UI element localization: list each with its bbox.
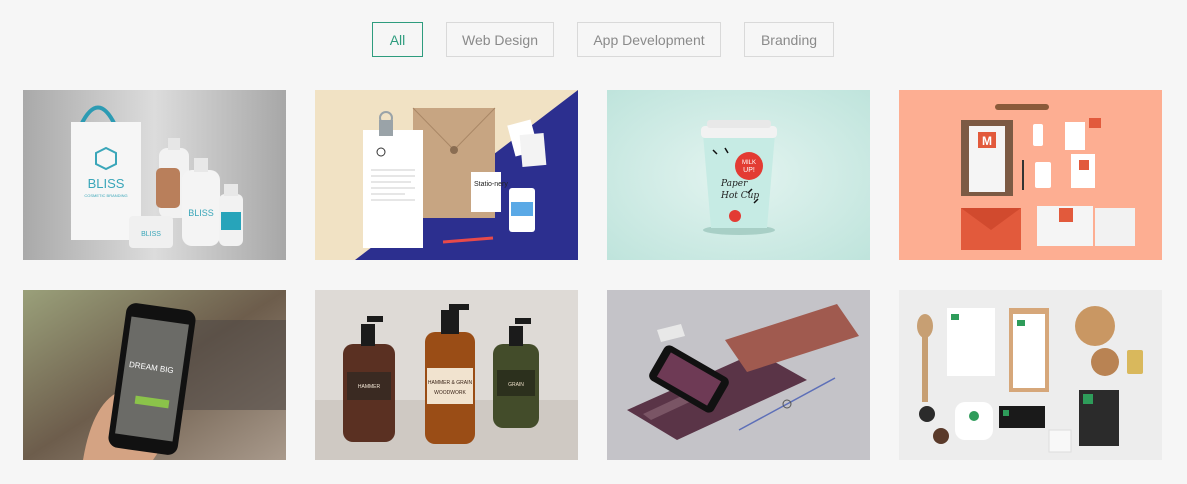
cup-milk-text: MILK: [742, 160, 756, 166]
portfolio-item-bliss-cosmetics[interactable]: BLISS COSMETIC BRANDING BLISS BLISS: [23, 90, 286, 260]
portfolio-item-hammer-grain-bottles[interactable]: HAMMER HAMMER & GRAIN WOODWORK GRAIN: [315, 290, 578, 460]
portfolio-item-cafe-branding[interactable]: [899, 290, 1162, 460]
filter-branding-button[interactable]: Branding: [744, 22, 834, 57]
hammer-grain-bottles-mockup-image: HAMMER HAMMER & GRAIN WOODWORK GRAIN: [315, 290, 578, 460]
cup-hot-cup-text: Hot Cup: [720, 191, 759, 201]
bottle-woodwork-label: WOODWORK: [434, 390, 466, 396]
portfolio-filter-bar: All Web Design App Development Branding: [0, 22, 1187, 57]
cup-up-text: UP!: [743, 167, 755, 174]
paper-hot-cup-mockup-image: MILK UP! Paper Hot Cup: [607, 90, 870, 260]
portfolio-item-paper-hot-cup[interactable]: MILK UP! Paper Hot Cup: [607, 90, 870, 260]
svg-text:BLISS: BLISS: [188, 208, 214, 218]
svg-text:HAMMER: HAMMER: [358, 384, 381, 390]
bliss-brand-text: BLISS: [88, 176, 125, 191]
m-logo-text: M: [982, 134, 992, 148]
svg-text:BLISS: BLISS: [141, 231, 161, 238]
filter-all-button[interactable]: All: [372, 22, 423, 57]
cup-paper-text: Paper: [720, 179, 748, 189]
stationery-label: Statio-nery: [474, 181, 508, 188]
portfolio-item-m-branding[interactable]: M: [899, 90, 1162, 260]
bottle-brand-label: HAMMER & GRAIN: [428, 380, 473, 386]
svg-text:GRAIN: GRAIN: [508, 382, 524, 388]
filter-app-development-button[interactable]: App Development: [577, 22, 721, 57]
bliss-cosmetics-mockup-image: BLISS COSMETIC BRANDING BLISS BLISS: [23, 90, 286, 260]
mobile-brochure-mockup-image: [607, 290, 870, 460]
bliss-subtitle-text: COSMETIC BRANDING: [84, 193, 127, 198]
dream-big-app-mockup-image: DREAM BIG: [23, 290, 286, 460]
m-branding-mockup-image: M: [899, 90, 1162, 260]
portfolio-item-dream-big-app[interactable]: DREAM BIG: [23, 290, 286, 460]
stationery-mockup-image: Statio-nery: [315, 90, 578, 260]
portfolio-item-mobile-brochure[interactable]: [607, 290, 870, 460]
filter-web-design-button[interactable]: Web Design: [446, 22, 554, 57]
portfolio-item-stationery[interactable]: Statio-nery: [315, 90, 578, 260]
cafe-branding-mockup-image: [899, 290, 1162, 460]
